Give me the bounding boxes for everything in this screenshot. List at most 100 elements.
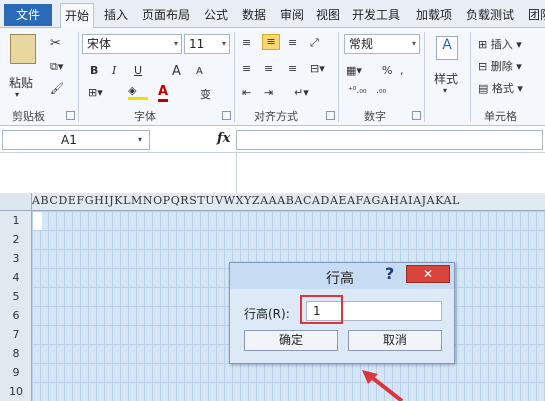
borders-icon[interactable]: ⊞▾ [88, 86, 103, 99]
font-size-select[interactable]: 11 ▾ [184, 34, 230, 54]
divider [470, 32, 471, 122]
divider [424, 32, 425, 122]
align-left-icon[interactable]: ≡ [242, 62, 251, 75]
tab-load-test[interactable]: 负载测试 [466, 6, 514, 23]
shrink-font-button[interactable]: A [196, 66, 203, 77]
number-group-label: 数字 [364, 110, 386, 123]
delete-icon: ⊟ [478, 60, 491, 73]
dialog-titlebar[interactable]: 行高 ? ✕ [230, 263, 454, 289]
dialog-title: 行高 [326, 271, 354, 287]
row-number[interactable]: 8 [0, 347, 32, 360]
format-cells-button[interactable]: ▤ 格式 ▾ [478, 80, 523, 96]
row-number[interactable]: 3 [0, 252, 32, 265]
formula-input[interactable] [236, 130, 543, 150]
tab-file[interactable]: 文件 [4, 4, 52, 26]
merge-center-icon[interactable]: ⊟▾ [310, 62, 325, 75]
row-header: 1 2 3 4 5 6 7 8 9 10 [0, 211, 32, 401]
row-height-label: 行高(R): [244, 307, 290, 321]
decrease-indent-icon[interactable]: ⇤ [242, 86, 251, 99]
alignment-group-label: 对齐方式 [254, 110, 298, 123]
wrap-text-icon[interactable]: ↵▾ [294, 86, 309, 99]
format-painter-icon[interactable]: 🖌 [50, 82, 64, 95]
tab-view[interactable]: 视图 [316, 6, 340, 23]
comma-style-icon[interactable]: , [400, 64, 404, 77]
phonetic-guide-button[interactable]: 变 [200, 86, 211, 102]
column-letters[interactable]: ABCDEFGHIJKLMNOPQRSTUVWXYZAAABACADAEAFAG… [32, 194, 460, 207]
align-middle-icon[interactable]: ≡ [262, 34, 280, 50]
insert-function-icon[interactable]: fx [217, 131, 230, 146]
accounting-format-icon[interactable]: ▦▾ [346, 64, 362, 77]
font-name-select[interactable]: 宋体 ▾ [82, 34, 182, 54]
tab-insert[interactable]: 插入 [104, 6, 128, 23]
italic-button[interactable]: I [112, 64, 116, 77]
number-format-select[interactable]: 常规 ▾ [344, 34, 420, 54]
annotation-arrow-icon [362, 370, 404, 401]
ok-button[interactable]: 确定 [244, 330, 338, 351]
select-all-corner[interactable] [0, 193, 32, 210]
clipboard-dialog-launcher-icon[interactable] [66, 111, 75, 120]
row-number[interactable]: 10 [0, 385, 32, 398]
divider [78, 32, 79, 122]
ribbon-tabs: 文件 开始 插入 页面布局 公式 数据 审阅 视图 开发工具 加载项 负载测试 … [0, 0, 545, 29]
font-group-label: 字体 [134, 110, 156, 123]
delete-cells-button[interactable]: ⊟ 删除 ▾ [478, 58, 522, 74]
row-number[interactable]: 9 [0, 366, 32, 379]
ribbon: 粘贴 ▾ ✂ ⧉▾ 🖌 剪贴板 宋体 ▾ 11 ▾ B I U A A ⊞▾ ◈ A… [0, 28, 545, 126]
paste-icon[interactable] [10, 34, 36, 64]
fill-color-icon[interactable]: ◈ [128, 84, 148, 100]
styles-dropdown-icon[interactable]: ▾ [443, 86, 447, 95]
cut-icon[interactable]: ✂ [50, 36, 61, 51]
increase-indent-icon[interactable]: ⇥ [264, 86, 273, 99]
formula-area [0, 153, 545, 193]
orientation-icon[interactable]: ⤢ [310, 36, 319, 50]
font-color-icon[interactable]: A [158, 84, 169, 102]
tab-page-layout[interactable]: 页面布局 [142, 6, 190, 23]
tab-developer[interactable]: 开发工具 [352, 6, 400, 23]
number-dialog-launcher-icon[interactable] [412, 111, 421, 120]
font-dialog-launcher-icon[interactable] [222, 111, 231, 120]
arrow-shaft [368, 374, 404, 401]
decrease-decimal-icon[interactable]: .₀₀ [376, 86, 386, 96]
insert-cells-button[interactable]: ⊞ 插入 ▾ [478, 36, 522, 52]
row-number[interactable]: 6 [0, 309, 32, 322]
chevron-down-icon: ▾ [221, 39, 226, 48]
highlight-box [300, 295, 343, 324]
row-number[interactable]: 4 [0, 271, 32, 284]
row-number[interactable]: 2 [0, 233, 32, 246]
paste-button[interactable]: 粘贴 [9, 74, 33, 91]
tab-data[interactable]: 数据 [242, 6, 266, 23]
tab-review[interactable]: 审阅 [280, 6, 304, 23]
underline-button[interactable]: U [134, 64, 142, 77]
styles-button[interactable]: 样式 [434, 70, 458, 87]
increase-decimal-icon[interactable]: ⁺⁰.₀₀ [348, 86, 366, 96]
chevron-down-icon[interactable]: ▾ [138, 135, 142, 144]
align-bottom-icon[interactable]: ≡ [288, 36, 297, 49]
row-number[interactable]: 5 [0, 290, 32, 303]
clipboard-group-label: 剪贴板 [12, 110, 45, 123]
align-right-icon[interactable]: ≡ [288, 62, 297, 75]
chevron-down-icon: ▾ [173, 39, 178, 48]
align-top-icon[interactable]: ≡ [242, 36, 251, 49]
divider [338, 32, 339, 122]
active-cell[interactable] [33, 212, 42, 230]
bold-button[interactable]: B [90, 64, 98, 77]
grow-font-button[interactable]: A [172, 64, 181, 79]
alignment-dialog-launcher-icon[interactable] [326, 111, 335, 120]
name-box[interactable]: A1 [2, 130, 150, 150]
help-icon[interactable]: ? [385, 264, 394, 283]
row-number[interactable]: 7 [0, 328, 32, 341]
copy-icon[interactable]: ⧉▾ [50, 60, 63, 74]
close-button[interactable]: ✕ [406, 265, 450, 283]
insert-icon: ⊞ [478, 38, 491, 51]
paste-dropdown-icon[interactable]: ▾ [15, 90, 19, 99]
divider [234, 32, 235, 122]
tab-addins[interactable]: 加载项 [416, 6, 452, 23]
tab-formulas[interactable]: 公式 [204, 6, 228, 23]
percent-style-button[interactable]: % [382, 64, 392, 77]
tab-team[interactable]: 团队 [528, 6, 545, 23]
tab-home[interactable]: 开始 [60, 3, 95, 29]
cancel-button[interactable]: 取消 [348, 330, 442, 351]
align-center-icon[interactable]: ≡ [264, 62, 273, 75]
row-number[interactable]: 1 [0, 214, 32, 227]
styles-icon[interactable]: A [436, 36, 458, 60]
